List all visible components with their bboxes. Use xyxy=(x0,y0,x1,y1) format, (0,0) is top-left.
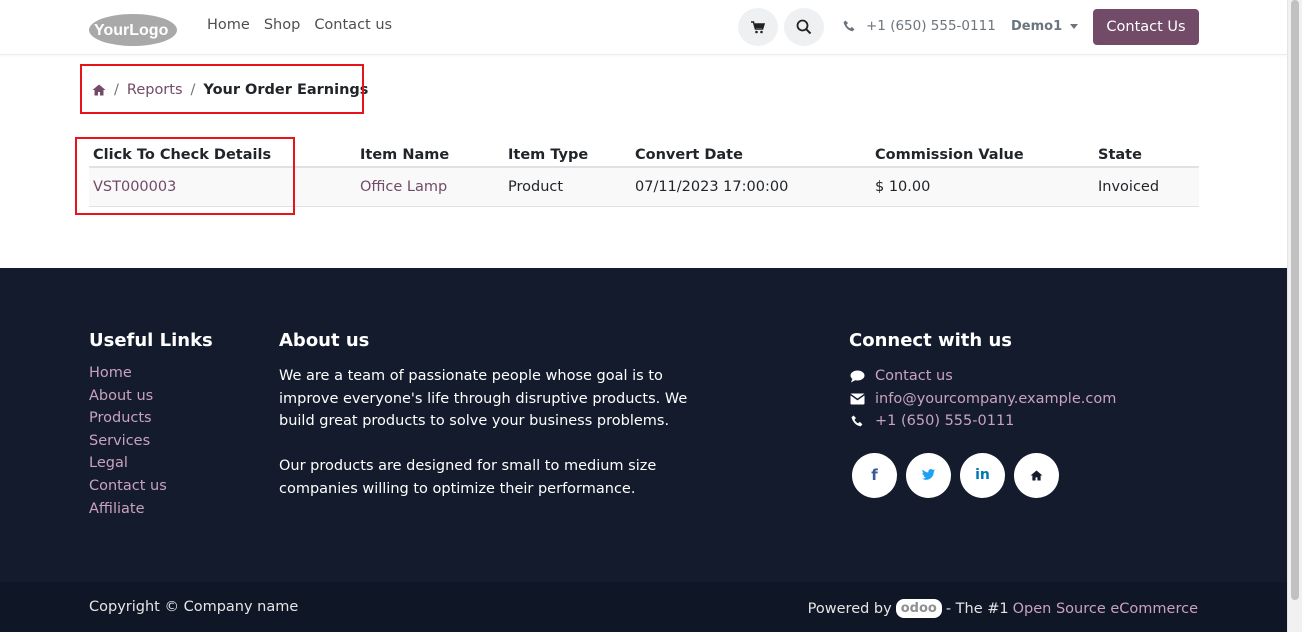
home-icon[interactable] xyxy=(92,84,106,96)
facebook-icon[interactable]: f xyxy=(852,452,897,498)
footer-link-legal[interactable]: Legal xyxy=(89,455,128,471)
table-row: VST000003 Office Lamp Product 07/11/2023… xyxy=(89,167,1199,207)
search-icon xyxy=(796,19,812,35)
connect-title: Connect with us xyxy=(849,330,1012,351)
connect-contact[interactable]: Contact us xyxy=(849,365,1116,388)
phone-icon xyxy=(843,20,855,31)
linkedin-icon[interactable]: in xyxy=(960,452,1005,498)
column-header-convert-date: Convert Date xyxy=(631,139,871,168)
connect-email[interactable]: info@yourcompany.example.com xyxy=(849,388,1116,411)
about-title: About us xyxy=(279,330,370,351)
earnings-table: Click To Check Details Item Name Item Ty… xyxy=(89,139,1199,207)
column-header-state: State xyxy=(1094,139,1199,168)
footer-link-contact[interactable]: Contact us xyxy=(89,478,167,494)
nav-contact[interactable]: Contact us xyxy=(314,17,392,33)
breadcrumb-current: Your Order Earnings xyxy=(203,82,369,98)
footer-link-home[interactable]: Home xyxy=(89,365,132,381)
useful-links-title: Useful Links xyxy=(89,330,213,351)
footer-link-about[interactable]: About us xyxy=(89,388,153,404)
connect-contact-link[interactable]: Contact us xyxy=(875,368,953,384)
column-header-item-type: Item Type xyxy=(504,139,631,168)
main-nav: Home Shop Contact us xyxy=(207,17,392,33)
footer-connect: Connect with us Contact us info@yourcomp… xyxy=(849,330,1116,498)
breadcrumb-reports[interactable]: Reports xyxy=(127,82,183,98)
header-phone[interactable]: +1 (650) 555-0111 xyxy=(843,18,996,34)
state-cell: Invoiced xyxy=(1094,167,1199,207)
footer-link-affiliate[interactable]: Affiliate xyxy=(89,501,145,517)
the-number-one-text: - The #1 xyxy=(945,600,1009,617)
footer-about: About us We are a team of passionate peo… xyxy=(279,330,719,501)
copyright-bar: Copyright © Company name Powered by odoo… xyxy=(0,582,1287,632)
scrollbar-thumb[interactable] xyxy=(1291,0,1299,600)
page: YourLogo Home Shop Contact us +1 (650) 5… xyxy=(0,0,1287,632)
connect-email-link[interactable]: info@yourcompany.example.com xyxy=(875,391,1116,407)
footer-link-products[interactable]: Products xyxy=(89,410,152,426)
about-paragraph-1: We are a team of passionate people whose… xyxy=(279,368,688,430)
odoo-logo[interactable]: odoo xyxy=(895,599,942,618)
contact-us-button[interactable]: Contact Us xyxy=(1093,9,1199,45)
nav-shop[interactable]: Shop xyxy=(264,17,300,33)
breadcrumb-separator: / xyxy=(114,82,119,98)
footer-useful-links: Useful Links Home About us Products Serv… xyxy=(89,330,213,523)
powered-by: Powered by odoo - The #1 Open Source eCo… xyxy=(808,599,1198,618)
connect-phone[interactable]: +1 (650) 555-0111 xyxy=(849,410,1116,433)
user-menu[interactable]: Demo1 xyxy=(1011,19,1079,34)
twitter-icon[interactable] xyxy=(906,452,951,498)
breadcrumb-separator: / xyxy=(190,82,196,98)
phone-icon xyxy=(849,415,865,428)
copyright-text: Copyright © Company name xyxy=(89,599,299,615)
connect-phone-link[interactable]: +1 (650) 555-0111 xyxy=(875,413,1014,429)
chevron-down-icon xyxy=(1070,24,1079,29)
cart-button[interactable] xyxy=(738,8,778,46)
ecommerce-link[interactable]: Open Source eCommerce xyxy=(1013,601,1198,617)
envelope-icon xyxy=(849,393,865,405)
convert-date-cell: 07/11/2023 17:00:00 xyxy=(631,167,871,207)
about-paragraph-2: Our products are designed for small to m… xyxy=(279,458,657,497)
cart-icon xyxy=(751,20,765,33)
powered-by-text: Powered by xyxy=(807,600,892,617)
scrollbar[interactable] xyxy=(1287,0,1302,632)
comment-icon xyxy=(849,370,865,383)
logo[interactable]: YourLogo xyxy=(89,12,178,47)
site-footer: Useful Links Home About us Products Serv… xyxy=(0,268,1287,582)
home-icon[interactable] xyxy=(1014,452,1059,498)
breadcrumb: / Reports / Your Order Earnings xyxy=(92,82,368,98)
column-header-commission: Commission Value xyxy=(871,139,1094,168)
header-phone-text: +1 (650) 555-0111 xyxy=(866,18,996,34)
table-header-row: Click To Check Details Item Name Item Ty… xyxy=(89,139,1199,168)
logo-text: YourLogo xyxy=(94,22,169,39)
item-name-link[interactable]: Office Lamp xyxy=(356,167,504,207)
site-header: YourLogo Home Shop Contact us +1 (650) 5… xyxy=(0,0,1287,55)
footer-link-services[interactable]: Services xyxy=(89,433,150,449)
column-header-item-name: Item Name xyxy=(356,139,504,168)
item-type-cell: Product xyxy=(504,167,631,207)
order-reference-link[interactable]: VST000003 xyxy=(89,167,356,207)
nav-home[interactable]: Home xyxy=(207,17,250,33)
social-links: f in xyxy=(852,452,1116,498)
column-header-details: Click To Check Details xyxy=(89,139,356,168)
user-name: Demo1 xyxy=(1011,19,1063,34)
search-button[interactable] xyxy=(784,8,824,46)
commission-value-cell: $ 10.00 xyxy=(871,167,1094,207)
